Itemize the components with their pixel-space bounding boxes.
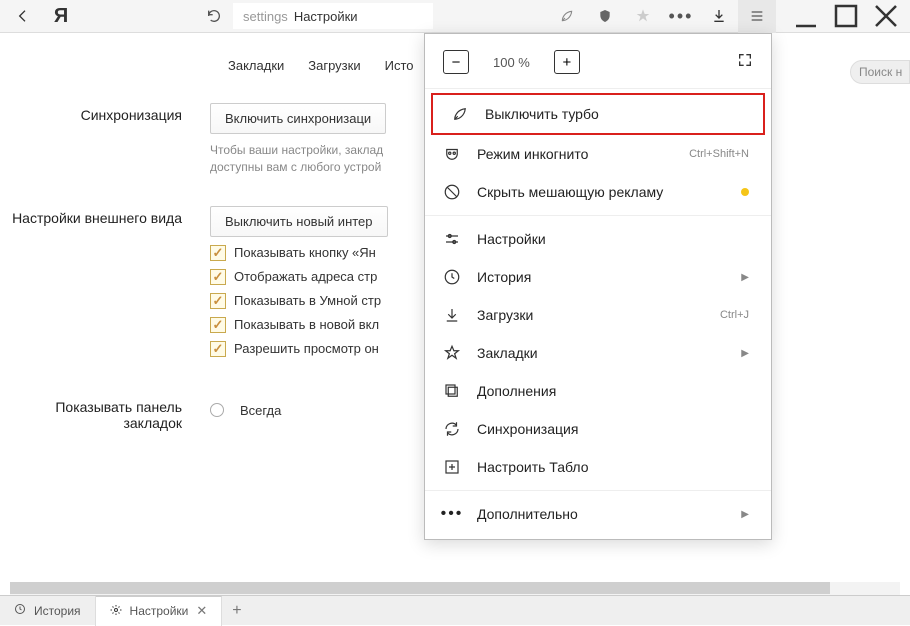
close-tab-icon[interactable]: ✕: [196, 603, 207, 619]
download-icon: [443, 306, 461, 324]
horizontal-scrollbar[interactable]: [10, 581, 900, 595]
plus-box-icon: [443, 458, 461, 476]
star-icon[interactable]: [624, 0, 662, 33]
address-prefix: settings: [243, 9, 288, 24]
sync-label: Синхронизация: [0, 103, 210, 176]
address-title: Настройки: [294, 9, 358, 24]
radio-icon: [210, 403, 224, 417]
bottom-tab-strip: История Настройки ✕ +: [0, 595, 910, 625]
maximize-button[interactable]: [826, 0, 866, 33]
close-button[interactable]: [866, 0, 906, 33]
back-button[interactable]: [4, 0, 42, 33]
menu-settings[interactable]: Настройки: [425, 220, 771, 258]
window-controls: [786, 0, 906, 33]
rocket-icon[interactable]: [548, 0, 586, 33]
menu-more[interactable]: ••• Дополнительно ▶: [425, 495, 771, 533]
enable-sync-button[interactable]: Включить синхронизаци: [210, 103, 386, 134]
reload-button[interactable]: [195, 0, 233, 33]
main-menu: − 100 % + Выключить турбо Режим инкогнит…: [424, 33, 772, 540]
bookmarkbar-label: Показывать панель закладок: [0, 395, 210, 431]
menu-sync[interactable]: Синхронизация: [425, 410, 771, 448]
mask-icon: [443, 145, 461, 163]
search-input[interactable]: Поиск н: [850, 60, 910, 84]
menu-history[interactable]: История ▶: [425, 258, 771, 296]
copy-icon: [443, 382, 461, 400]
check-icon: [210, 293, 226, 309]
highlighted-item: Выключить турбо: [431, 93, 765, 135]
sliders-icon: [443, 230, 461, 248]
clock-icon: [443, 268, 461, 286]
chevron-right-icon: ▶: [741, 272, 749, 283]
check-icon: [210, 269, 226, 285]
shortcut-label: Ctrl+Shift+N: [689, 148, 749, 160]
menu-button[interactable]: [738, 0, 776, 33]
menu-incognito[interactable]: Режим инкогнито Ctrl+Shift+N: [425, 135, 771, 173]
block-icon: [443, 183, 461, 201]
gear-icon: [110, 604, 122, 619]
dots-icon: •••: [443, 505, 461, 523]
bottom-tab-settings[interactable]: Настройки ✕: [96, 596, 223, 626]
check-icon: [210, 317, 226, 333]
star-icon: [443, 344, 461, 362]
zoom-controls: − 100 % +: [425, 40, 771, 84]
check-icon: [210, 341, 226, 357]
rocket-icon: [451, 105, 469, 123]
address-bar[interactable]: settings Настройки: [233, 3, 433, 29]
indicator-dot: [741, 188, 749, 196]
shortcut-label: Ctrl+J: [720, 309, 749, 321]
disable-new-ui-button[interactable]: Выключить новый интер: [210, 206, 388, 237]
downloads-icon[interactable]: [700, 0, 738, 33]
minimize-button[interactable]: [786, 0, 826, 33]
clock-icon: [14, 603, 26, 618]
appearance-label: Настройки внешнего вида: [0, 206, 210, 365]
bottom-tab-history[interactable]: История: [0, 596, 96, 626]
zoom-in-button[interactable]: +: [554, 50, 580, 74]
chevron-right-icon: ▶: [741, 348, 749, 359]
tab-downloads[interactable]: Загрузки: [308, 58, 360, 73]
zoom-out-button[interactable]: −: [443, 50, 469, 74]
menu-turbo[interactable]: Выключить турбо: [433, 95, 763, 133]
chevron-right-icon: ▶: [741, 509, 749, 520]
menu-downloads[interactable]: Загрузки Ctrl+J: [425, 296, 771, 334]
toolbar-right: •••: [548, 0, 776, 33]
sync-icon: [443, 420, 461, 438]
menu-hide-ads[interactable]: Скрыть мешающую рекламу: [425, 173, 771, 211]
zoom-value: 100 %: [493, 55, 530, 70]
fullscreen-icon[interactable]: [737, 52, 753, 73]
menu-bookmarks[interactable]: Закладки ▶: [425, 334, 771, 372]
check-icon: [210, 245, 226, 261]
toolbar: Я settings Настройки •••: [0, 0, 910, 33]
yandex-logo[interactable]: Я: [42, 0, 80, 33]
more-icon[interactable]: •••: [662, 0, 700, 33]
tab-history[interactable]: Исто: [385, 58, 414, 73]
menu-addons[interactable]: Дополнения: [425, 372, 771, 410]
new-tab-button[interactable]: +: [222, 602, 251, 620]
shield-icon[interactable]: [586, 0, 624, 33]
menu-tableau[interactable]: Настроить Табло: [425, 448, 771, 486]
tab-bookmarks[interactable]: Закладки: [228, 58, 284, 73]
